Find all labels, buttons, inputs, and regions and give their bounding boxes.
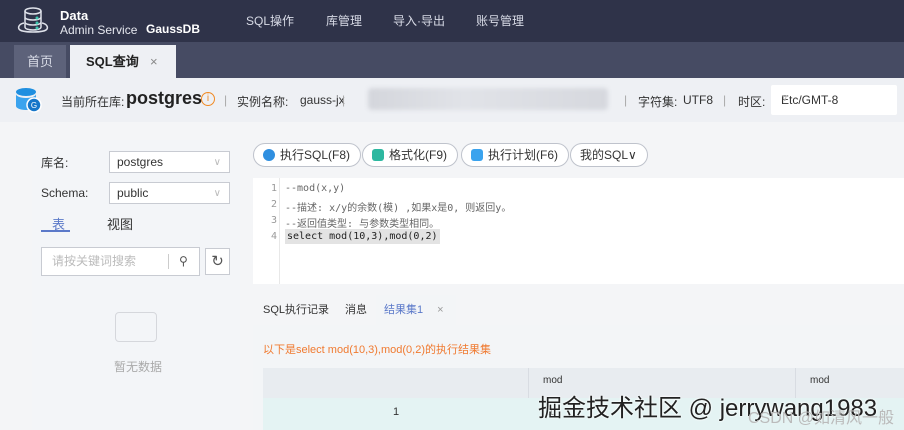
format-label: 格式化(F9) [389, 148, 447, 162]
tab-sql-query[interactable]: SQL查询 × [70, 45, 176, 78]
instance-name: gauss-jx [300, 93, 345, 107]
db-select-value: postgres [117, 155, 164, 169]
redacted-info [368, 88, 608, 110]
run-sql-label: 执行SQL(F8) [280, 148, 351, 162]
line-number: 1 [270, 183, 277, 194]
divider [168, 254, 169, 269]
code-line: --描述: x/y的余数(模) ,如果x是0, 则返回y。 [285, 203, 512, 214]
format-icon [372, 149, 384, 161]
watermark-csdn: CSDN @如清风一般 [748, 410, 895, 427]
database-icon: G [16, 88, 42, 113]
divider: | [723, 93, 727, 107]
search-input[interactable]: 请按关键词搜索 ⚲ [41, 247, 200, 276]
format-button[interactable]: 格式化(F9) [362, 143, 458, 167]
close-icon[interactable]: × [437, 304, 443, 316]
divider: | [342, 93, 346, 107]
tab-sql-history[interactable]: SQL执行记录 [263, 295, 329, 325]
active-tab-indicator [41, 230, 70, 232]
chevron-down-icon: ∨ [213, 157, 221, 168]
result-tab-label: 结果集1 [384, 304, 424, 316]
explain-plan-label: 执行计划(F6) [488, 148, 558, 162]
brand-subtitle: Admin Service [60, 23, 138, 37]
plan-icon [471, 149, 483, 161]
timezone-label: 时区: [738, 95, 766, 109]
charset-value: UTF8 [683, 93, 713, 107]
empty-text: 暂无数据 [114, 360, 163, 374]
schema-select-label: Schema: [41, 186, 89, 200]
timezone-select[interactable]: Etc/GMT-8 ∨ [771, 85, 897, 115]
explain-plan-button[interactable]: 执行计划(F6) [461, 143, 569, 167]
refresh-button[interactable]: ↻ [205, 248, 230, 275]
line-number: 4 [270, 231, 277, 242]
my-sql-dropdown[interactable]: 我的SQL∨ [570, 143, 648, 167]
tab-messages[interactable]: 消息 [345, 295, 367, 325]
nav-db-manage[interactable]: 库管理 [326, 12, 362, 29]
divider: | [224, 93, 228, 107]
database-logo-icon [17, 7, 49, 33]
chevron-down-icon: ∨ [781, 93, 789, 104]
instance-label: 实例名称: [237, 95, 289, 109]
tab-result-set-1[interactable]: 结果集1 × [376, 295, 456, 325]
schema-select-value: public [117, 186, 149, 200]
column-header[interactable]: mod [810, 375, 829, 386]
line-number: 2 [270, 199, 277, 210]
search-icon[interactable]: ⚲ [179, 248, 188, 275]
divider: | [624, 93, 628, 107]
schema-select[interactable]: public ∨ [109, 182, 230, 204]
line-number: 3 [270, 215, 277, 226]
code-line-selected: select mod(10,3),mod(0,2) [285, 229, 440, 244]
svg-text:G: G [31, 101, 37, 110]
tab-sql-label: SQL查询 [86, 54, 139, 69]
tab-home[interactable]: 首页 [14, 45, 66, 78]
current-db-label: 当前所在库: [61, 95, 125, 109]
top-navbar: Data Admin Service GaussDB SQL操作 库管理 导入·… [0, 0, 904, 42]
run-sql-button[interactable]: 执行SQL(F8) [253, 143, 362, 167]
tab-bar: 首页 SQL查询 × [0, 42, 904, 78]
nav-sql-ops[interactable]: SQL操作 [246, 12, 294, 29]
info-icon[interactable]: i [201, 92, 215, 106]
db-select[interactable]: postgres ∨ [109, 151, 230, 173]
close-icon[interactable]: × [150, 45, 158, 78]
db-info-bar: G 当前所在库: postgres i | 实例名称: gauss-jx | |… [0, 78, 904, 122]
current-db-name: postgres [126, 88, 203, 108]
db-select-label: 库名: [41, 156, 69, 170]
brand-title: Data [60, 8, 89, 23]
result-title: 以下是select mod(10,3),mod(0,2)的执行结果集 [263, 344, 491, 356]
refresh-icon: ↻ [211, 253, 224, 270]
empty-box-icon [115, 312, 157, 342]
sql-editor[interactable]: 1 2 3 4 --mod(x,y) --描述: x/y的余数(模) ,如果x是… [253, 178, 904, 284]
row-number: 1 [393, 406, 400, 418]
nav-account-manage[interactable]: 账号管理 [476, 12, 524, 29]
brand-product: GaussDB [146, 22, 201, 36]
code-line: --返回值类型: 与参数类型相同。 [285, 219, 440, 230]
chevron-down-icon: ∨ [213, 188, 221, 199]
search-placeholder: 请按关键词搜索 [52, 254, 137, 268]
tab-views[interactable]: 视图 [107, 214, 133, 233]
code-line: --mod(x,y) [285, 183, 346, 194]
play-icon [263, 149, 275, 161]
charset-label: 字符集: [638, 95, 678, 109]
column-header[interactable]: mod [543, 375, 562, 386]
nav-import-export[interactable]: 导入·导出 [393, 12, 445, 29]
